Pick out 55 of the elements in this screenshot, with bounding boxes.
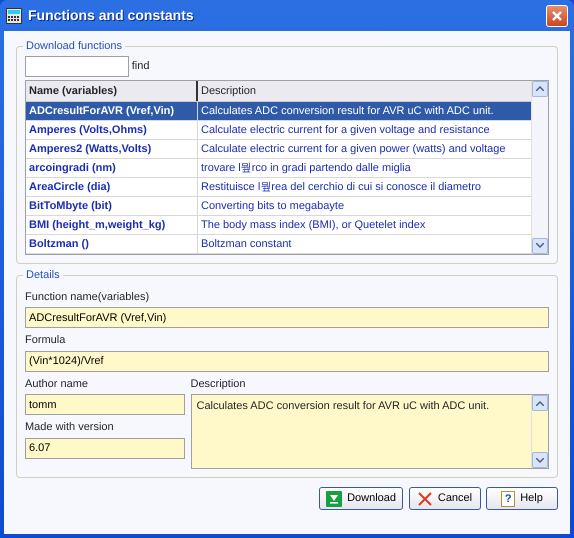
description-field[interactable]: Calculates ADC conversion result for AVR uC with ADC unit. bbox=[190, 394, 549, 470]
help-button[interactable]: ? Help bbox=[486, 487, 558, 510]
calculator-icon bbox=[6, 8, 22, 24]
table-cell-text: Amperes (Volts,Ohms) bbox=[29, 122, 147, 138]
close-button[interactable] bbox=[546, 4, 568, 26]
table-cell-text: trovare l뭪rco in gradi partendo dalle miglia bbox=[201, 160, 411, 176]
table-cell-text: AreaCircle (dia) bbox=[29, 180, 110, 194]
download-icon bbox=[326, 490, 342, 506]
table-cell-text: Restituisce l뭪rea del cerchio di cui si conosce il diametro bbox=[201, 180, 482, 194]
field-label: Function name(variables) bbox=[25, 290, 150, 305]
help-icon: ? bbox=[501, 490, 516, 506]
scrollbar[interactable] bbox=[531, 80, 548, 254]
table-cell-text: ADCresultForAVR (Vref,Vin) bbox=[29, 104, 174, 118]
scroll-down-icon[interactable] bbox=[532, 452, 548, 468]
field-label: Formula bbox=[25, 333, 66, 348]
group-title: Download functions bbox=[25, 41, 124, 52]
table-cell-text: Boltzman constant bbox=[201, 236, 292, 252]
scrollbar[interactable] bbox=[531, 395, 548, 468]
cancel-icon bbox=[416, 490, 433, 506]
column-header[interactable]: Description bbox=[198, 80, 531, 101]
scroll-down-icon[interactable] bbox=[532, 238, 548, 254]
group-title: Details bbox=[25, 270, 61, 281]
field-label: find bbox=[132, 59, 150, 74]
text-field[interactable]: 6.07 bbox=[25, 438, 185, 459]
table-cell-text: BitToMbyte (bit) bbox=[29, 198, 112, 214]
table-cell-text: Boltzman () bbox=[29, 236, 89, 252]
text-field[interactable]: tomm bbox=[25, 394, 185, 416]
table-row[interactable]: Amperes (Volts,Ohms) Calculate electric current for a given voltage and resistance bbox=[26, 120, 531, 140]
field-label: Description bbox=[190, 376, 247, 392]
table-row[interactable]: BitToMbyte (bit) Converting bits to megabayte bbox=[26, 196, 531, 216]
search-field[interactable] bbox=[25, 56, 129, 77]
table-row[interactable]: ADCresultForAVR (Vref,Vin) Calculates ADC conversion result for AVR uC with ADC unit. bbox=[26, 102, 531, 121]
text-field[interactable]: (Vin*1024)/Vref bbox=[25, 350, 549, 372]
table-row[interactable]: Amperes2 (Watts,Volts) Calculate electric current for a given power (watts) and voltage bbox=[26, 140, 531, 159]
table-cell-text: Calculate electric current for a given power (watts) and voltage bbox=[201, 142, 506, 156]
table-cell-text: Calculate electric current for a given voltage and resistance bbox=[201, 122, 490, 138]
close-icon bbox=[551, 10, 563, 22]
table-cell-text: arcoingradi (nm) bbox=[29, 160, 116, 176]
table-cell-text: Amperes2 (Watts,Volts) bbox=[29, 142, 152, 156]
text-field[interactable]: ADCresultForAVR (Vref,Vin) bbox=[25, 307, 549, 328]
table-row[interactable]: arcoingradi (nm) trovare l뭪rco in gradi partendo dalle miglia bbox=[26, 158, 531, 178]
table-row[interactable]: BMI (height_m,weight_kg) The body mass index (BMI), or Quetelet index bbox=[26, 216, 531, 235]
download-button[interactable]: Download bbox=[319, 487, 403, 510]
table-row[interactable]: Boltzman () Boltzman constant bbox=[26, 234, 531, 254]
cancel-button[interactable]: Cancel bbox=[408, 487, 480, 510]
table-cell-text: Calculates ADC conversion result for AVR uC with ADC unit. bbox=[201, 104, 494, 118]
scroll-up-icon[interactable] bbox=[532, 395, 548, 412]
field-label: Made with version bbox=[25, 420, 115, 436]
table-row[interactable]: AreaCircle (dia) Restituisce l뭪rea del cerchio di cui si conosce il diametro bbox=[26, 178, 531, 197]
table-cell-text: Converting bits to megabayte bbox=[201, 198, 344, 214]
field-label: Author name bbox=[25, 376, 89, 392]
table-cell-text: BMI (height_m,weight_kg) bbox=[29, 218, 166, 232]
table-cell-text: The body mass index (BMI), or Quetelet index bbox=[201, 218, 426, 232]
scroll-up-icon[interactable] bbox=[532, 80, 548, 97]
window-title: Functions and constants bbox=[28, 6, 195, 25]
